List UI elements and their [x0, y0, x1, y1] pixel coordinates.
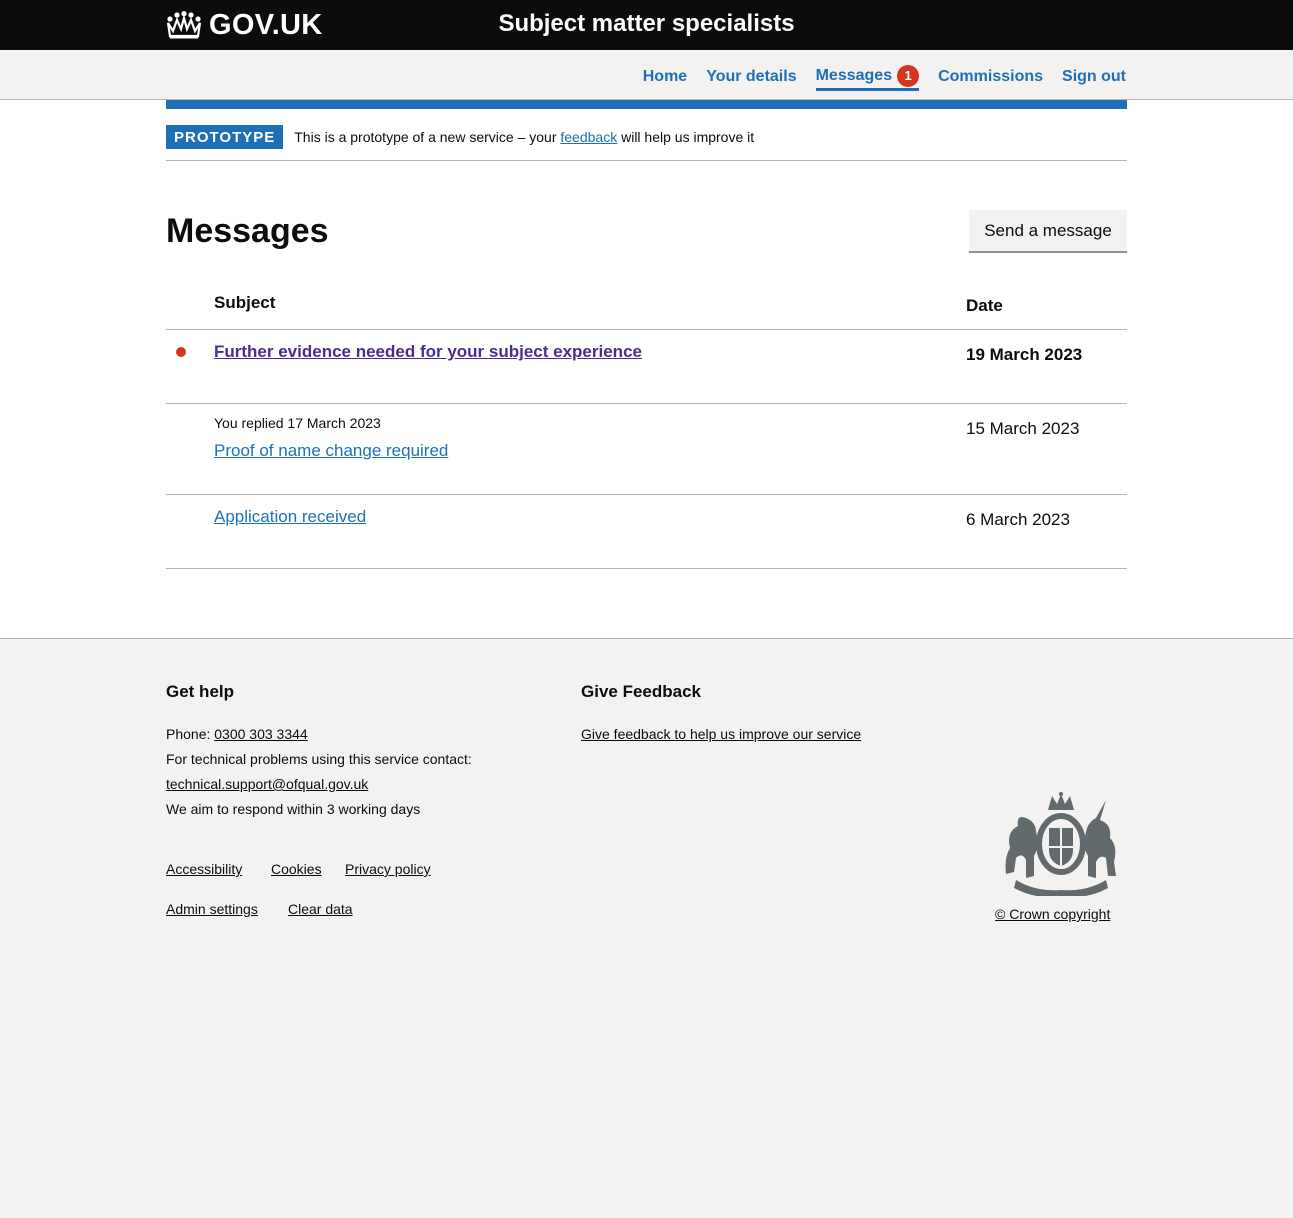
nav-commissions[interactable]: Commissions [938, 68, 1043, 89]
phone-link[interactable]: 0300 303 3344 [214, 726, 307, 742]
footer-link-admin-settings[interactable]: Admin settings [166, 897, 258, 922]
table-divider [166, 494, 1127, 495]
unread-indicator-icon [176, 347, 186, 357]
nav-your-details-label: Your details [706, 67, 797, 85]
unread-count-badge: 1 [897, 65, 920, 87]
message-date: 15 March 2023 [966, 419, 1080, 438]
give-feedback-link[interactable]: Give feedback to help us improve our ser… [581, 722, 861, 747]
message-subject-link[interactable]: Proof of name change required [214, 441, 448, 461]
nav-home-label: Home [642, 67, 688, 85]
reply-status: You replied 17 March 2023 [214, 415, 381, 431]
message-date: 6 March 2023 [966, 510, 1070, 529]
phase-text-before: This is a prototype of a new service – y… [294, 129, 557, 145]
page-title: Messages [166, 212, 329, 250]
subject-column-header: Subject [214, 293, 276, 312]
table-divider [166, 568, 1127, 569]
phone-line: Phone: 0300 303 3344 [166, 722, 308, 747]
nav-home[interactable]: Home [643, 68, 687, 89]
service-name[interactable]: Subject matter specialists [0, 10, 1293, 38]
footer-link-privacy-policy[interactable]: Privacy policy [345, 857, 431, 882]
give-feedback-heading: Give Feedback [581, 682, 702, 701]
nav-commissions-label: Commissions [938, 67, 1044, 85]
response-time-text: We aim to respond within 3 working days [166, 801, 421, 817]
nav-messages[interactable]: Messages 1 [815, 65, 920, 91]
phone-label: Phone: [166, 726, 211, 742]
header-blue-strip [166, 100, 1127, 109]
footer-link-clear-data[interactable]: Clear data [288, 897, 353, 922]
nav-messages-label: Messages [815, 67, 893, 84]
phase-text-after: will help us improve it [621, 129, 755, 145]
tech-support-text: For technical problems using this servic… [166, 751, 472, 767]
royal-coat-of-arms-icon [996, 792, 1126, 901]
table-divider [166, 329, 1127, 330]
crown-copyright-link[interactable]: © Crown copyright [995, 902, 1110, 927]
phase-tag: PROTOTYPE [166, 125, 284, 149]
message-subject-link[interactable]: Application received [214, 507, 366, 527]
support-email-link[interactable]: technical.support@ofqual.gov.uk [166, 772, 368, 797]
feedback-link[interactable]: feedback [560, 129, 617, 145]
primary-nav: Home Your details Messages 1 Commissions … [643, 65, 1126, 91]
site-header: GOV.UK Subject matter specialists [0, 0, 1293, 50]
send-message-button[interactable]: Send a message [969, 210, 1127, 251]
phase-text: This is a prototype of a new service – y… [294, 125, 754, 149]
main-content [0, 100, 1293, 639]
nav-sign-out-label: Sign out [1062, 67, 1126, 85]
phase-banner: PROTOTYPE This is a prototype of a new s… [166, 125, 1127, 161]
get-help-heading: Get help [166, 682, 235, 701]
footer-link-accessibility[interactable]: Accessibility [166, 857, 242, 882]
table-divider [166, 403, 1127, 404]
footer-link-cookies[interactable]: Cookies [271, 857, 322, 882]
message-subject-link[interactable]: Further evidence needed for your subject… [214, 342, 642, 362]
navigation-bar: Home Your details Messages 1 Commissions … [0, 50, 1293, 100]
nav-sign-out[interactable]: Sign out [1062, 68, 1126, 89]
nav-your-details[interactable]: Your details [706, 68, 796, 89]
message-date: 19 March 2023 [966, 345, 1083, 364]
date-column-header: Date [966, 296, 1003, 315]
